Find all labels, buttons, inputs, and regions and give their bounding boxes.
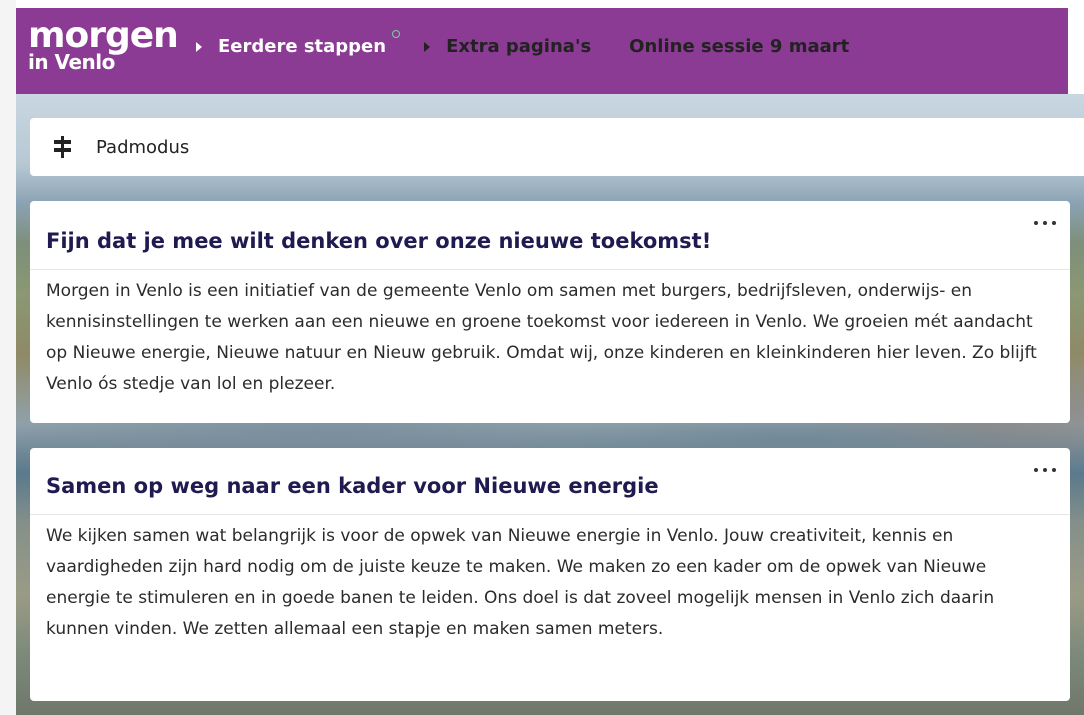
path-mode-label: Padmodus — [96, 136, 190, 158]
nav-item-label: Online sessie 9 maart — [629, 36, 850, 57]
more-horizontal-icon[interactable] — [1034, 468, 1056, 476]
card-body: We kijken samen wat belangrijk is voor d… — [46, 526, 995, 639]
nav-item-label: Extra pagina's — [446, 36, 592, 57]
logo[interactable]: morgen in Venlo — [28, 15, 179, 73]
nav-item-extra-paginas[interactable]: Extra pagina's — [424, 36, 591, 57]
nav-item-eerdere-stappen[interactable]: Eerdere stappen — [196, 30, 401, 57]
header-bar: morgen in Venlo Eerdere stappen Extra pa… — [16, 8, 1068, 94]
card-title: Samen op weg naar een kader voor Nieuwe … — [46, 474, 659, 498]
content-card: Samen op weg naar een kader voor Nieuwe … — [30, 448, 1070, 701]
nav-item-label: Eerdere stappen — [218, 36, 387, 57]
page-margin — [0, 0, 16, 715]
more-horizontal-icon[interactable] — [1034, 221, 1056, 229]
main-nav: Eerdere stappen Extra pagina's Online se… — [196, 30, 887, 57]
notification-dot — [392, 30, 401, 38]
caret-right-icon — [424, 41, 431, 52]
logo-top-text: morgen — [28, 15, 179, 56]
header-gap — [1068, 0, 1084, 94]
signpost-icon — [52, 136, 72, 158]
caret-right-icon — [196, 41, 202, 52]
card-title: Fijn dat je mee wilt denken over onze ni… — [46, 229, 712, 253]
card-body: Morgen in Venlo is een initiatief van de… — [46, 281, 1037, 394]
nav-item-online-sessie[interactable]: Online sessie 9 maart — [629, 36, 849, 57]
content-card: Fijn dat je mee wilt denken over onze ni… — [30, 201, 1070, 423]
path-mode-bar[interactable]: Padmodus — [30, 118, 1084, 176]
